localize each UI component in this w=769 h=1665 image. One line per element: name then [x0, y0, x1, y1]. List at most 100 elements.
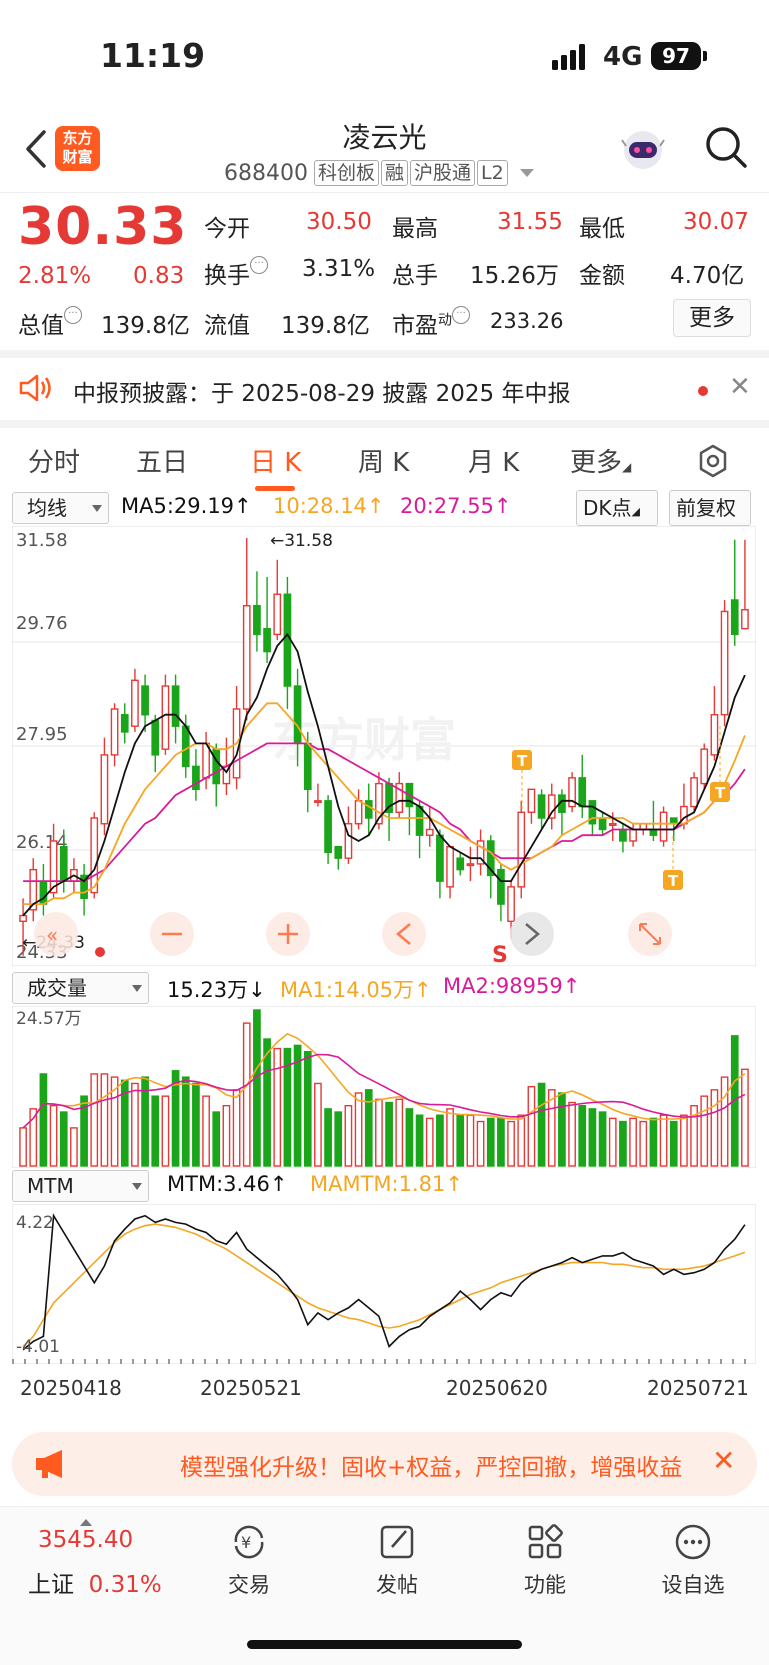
svg-text:T: T	[517, 752, 528, 770]
candle-body	[253, 605, 261, 636]
volume-bar	[90, 1073, 99, 1167]
fullscreen-button[interactable]	[628, 912, 672, 956]
volume-bar	[436, 1114, 444, 1167]
index-value: 3545.40	[38, 1527, 134, 1553]
nav-functions[interactable]: 功能	[500, 1521, 590, 1599]
mtm-value: MTM:3.46↑	[167, 1172, 288, 1196]
nav-trade[interactable]: ¥ 交易	[204, 1521, 294, 1599]
volume-bar	[558, 1092, 566, 1167]
volume-bar	[49, 1104, 58, 1167]
mtm-select[interactable]: MTM	[12, 1170, 149, 1202]
candle-body	[314, 800, 322, 803]
volume-bar	[70, 1127, 78, 1167]
candle-body	[263, 627, 271, 653]
scroll-left-fast-button[interactable]: «	[34, 912, 78, 956]
gear-icon[interactable]	[696, 444, 730, 478]
volume-bar	[253, 1009, 261, 1167]
nav-post[interactable]: 发帖	[352, 1521, 442, 1599]
period-tabs: 分时 五日 日 K 周 K 月 K 更多◢	[0, 420, 769, 491]
volume-bar	[202, 1095, 210, 1167]
robot-assistant-icon[interactable]	[620, 126, 666, 172]
candle-body	[700, 748, 709, 785]
date-label-3: 20250620	[446, 1376, 548, 1400]
candle-body	[436, 834, 444, 882]
volume-bar	[303, 1051, 312, 1167]
pe-label[interactable]: 市盈动 ···	[392, 306, 470, 340]
nav-add-watchlist[interactable]: 设自选	[648, 1521, 738, 1599]
home-indicator	[247, 1640, 522, 1649]
volume-bar	[395, 1098, 404, 1167]
kline-indicator-bar: 均线 MA5:29.19↑ 10:28.14↑ 20:27.55↑ DK点◢ 前…	[0, 490, 769, 526]
notice-banner[interactable]: 中报预披露：于 2025-08-29 披露 2025 年中报 ✕	[0, 350, 769, 420]
candle-body	[588, 800, 597, 825]
tab-more[interactable]: 更多◢	[570, 442, 631, 479]
volume-value: 15.23万↓	[167, 978, 266, 1002]
volume-bar	[242, 1022, 251, 1167]
volume-bar	[619, 1120, 627, 1167]
volume-bar	[659, 1114, 668, 1167]
candle-body	[608, 823, 617, 826]
candle-body	[354, 800, 363, 825]
volume-bar	[537, 1082, 546, 1167]
volume-bar	[314, 1082, 322, 1167]
vol-ma1-value: MA1:14.05万↑	[280, 978, 432, 1002]
mktcap-label[interactable]: 总值 ···	[18, 306, 82, 340]
y-label-4: 26.14	[16, 832, 68, 853]
scroll-right-button[interactable]	[510, 912, 554, 956]
kline-chart[interactable]: 东方财富 31.58 29.76 27.95 26.14 24.33 ←31.5…	[12, 526, 756, 966]
sell-signal-s[interactable]: S	[492, 943, 508, 966]
more-button[interactable]: 更多	[673, 299, 751, 337]
search-icon[interactable]	[703, 124, 749, 170]
mamtm-value: MAMTM:1.81↑	[310, 1172, 463, 1196]
volume-bar	[100, 1073, 109, 1167]
volume-bar	[151, 1095, 160, 1167]
mtm-chart[interactable]: 4.22 -4.01	[12, 1204, 756, 1364]
mtm-axis-min: -4.01	[16, 1337, 60, 1357]
tab-daily-k[interactable]: 日 K	[250, 442, 301, 479]
close-icon[interactable]: ✕	[712, 1444, 735, 1477]
candle-body	[110, 708, 119, 756]
zoom-out-button[interactable]	[150, 912, 194, 956]
float-value: 139.8亿	[281, 313, 370, 339]
info-icon: ···	[452, 306, 470, 324]
close-icon[interactable]: ✕	[729, 372, 751, 402]
volume-chart[interactable]: 24.57万	[12, 1006, 756, 1168]
tab-five-day[interactable]: 五日	[136, 442, 188, 479]
candle-body	[324, 800, 332, 854]
svg-text:T: T	[715, 784, 726, 802]
volume-bar	[415, 1114, 424, 1167]
scroll-left-button[interactable]	[382, 912, 426, 956]
adjust-button[interactable]: 前复权	[669, 490, 751, 526]
high-value: 31.55	[497, 209, 563, 235]
promo-text: 模型强化升级！固收+权益，严控回撤，增强收益	[180, 1455, 683, 1481]
promo-banner[interactable]: 模型强化升级！固收+权益，严控回撤，增强收益 ✕	[12, 1432, 757, 1496]
candle-body	[598, 817, 607, 831]
dk-point-button[interactable]: DK点◢	[576, 490, 658, 526]
volume-bar	[486, 1117, 495, 1167]
candle-body	[181, 725, 190, 768]
candle-body	[364, 800, 373, 819]
speaker-icon	[19, 374, 51, 402]
volume-bar	[680, 1114, 688, 1167]
y-label-3: 27.95	[16, 724, 68, 745]
volume-select[interactable]: 成交量	[12, 972, 149, 1004]
battery-cap	[703, 51, 707, 61]
ma10-value: 10:28.14↑	[273, 494, 385, 518]
candle-body	[120, 714, 129, 733]
ma-select[interactable]: 均线	[12, 492, 109, 524]
tab-intraday[interactable]: 分时	[28, 442, 80, 479]
megaphone-icon	[36, 1450, 62, 1478]
tab-weekly-k[interactable]: 周 K	[358, 442, 409, 479]
volume-bar	[273, 1047, 282, 1167]
tab-monthly-k[interactable]: 月 K	[468, 442, 519, 479]
candle-body	[131, 679, 139, 727]
volume-bar	[527, 1085, 536, 1167]
tag-level2: L2	[477, 160, 508, 186]
index-ticker[interactable]: 3545.40 上证 0.31%	[28, 1519, 162, 1598]
candle-body	[659, 811, 668, 842]
turnover-label[interactable]: 换手 ···	[204, 256, 268, 290]
zoom-in-button[interactable]	[266, 912, 310, 956]
stock-tags-row[interactable]: 688400 科创板 融 沪股通 L2	[224, 158, 534, 188]
candle-body	[161, 685, 170, 750]
candle-body	[273, 593, 282, 636]
